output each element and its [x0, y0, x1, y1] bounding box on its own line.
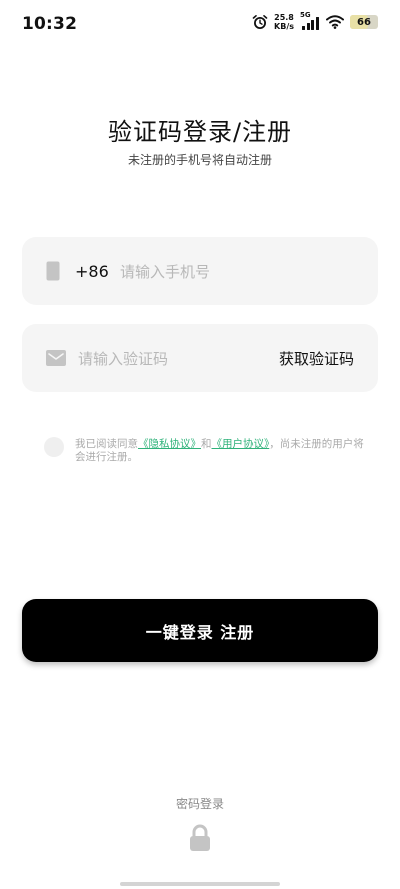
mail-icon [46, 350, 66, 366]
cellular-signal-icon: 5G [300, 11, 320, 30]
lock-icon[interactable] [188, 824, 212, 852]
status-icons: 25.8 KB/s 5G 66 [252, 11, 378, 31]
page-title: 验证码登录/注册 [107, 118, 293, 146]
status-time: 10:32 [22, 14, 78, 34]
page-subtitle: 未注册的手机号将自动注册 [127, 153, 272, 167]
battery-icon: 66 [350, 15, 378, 29]
password-login-link[interactable]: 密码登录 [0, 795, 400, 812]
alarm-clock-icon [252, 15, 268, 29]
user-agreement-link[interactable]: 《用户协议》 [212, 438, 270, 450]
battery-level-text: 66 [357, 16, 371, 28]
one-tap-login-button[interactable]: 一键登录 注册 [22, 599, 378, 662]
agreement-checkbox[interactable] [44, 437, 64, 457]
get-code-button[interactable]: 获取验证码 [279, 348, 354, 369]
phone-input[interactable]: 请输入手机号 [120, 261, 210, 282]
country-code-selector[interactable]: +86 [75, 262, 109, 281]
network-speed-value: 25.8 [274, 13, 294, 22]
status-bar: 10:32 25.8 KB/s 5G 66 [0, 0, 400, 48]
agreement-text: 我已阅读同意《隐私协议》和《用户协议》，尚未注册的用户将会进行注册。 [75, 438, 365, 464]
home-indicator[interactable] [120, 882, 280, 886]
phone-field[interactable]: +86 请输入手机号 [22, 237, 378, 305]
network-speed-unit: KB/s [274, 22, 294, 31]
network-speed: 25.8 KB/s [274, 13, 294, 31]
agreement-prefix: 我已阅读同意 [75, 438, 138, 450]
privacy-agreement-link[interactable]: 《隐私协议》 [138, 438, 201, 450]
wifi-icon [326, 15, 344, 29]
verification-code-input[interactable]: 请输入验证码 [78, 348, 168, 369]
phone-icon [46, 261, 60, 281]
agreement-and: 和 [201, 438, 212, 450]
verification-code-field[interactable]: 请输入验证码 获取验证码 [22, 324, 378, 392]
